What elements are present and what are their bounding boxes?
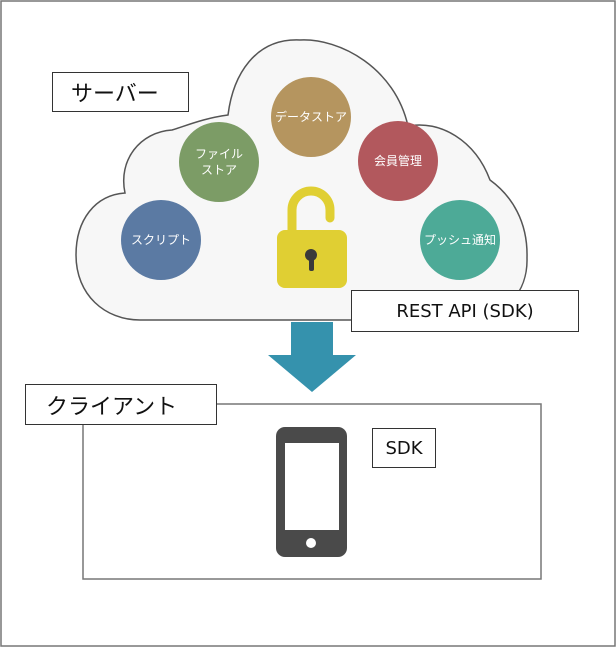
service-circle <box>179 122 259 202</box>
service-script: スクリプト <box>121 200 201 280</box>
rest-api-label: REST API (SDK) <box>351 290 579 332</box>
smartphone-icon <box>276 427 347 557</box>
service-filestore: ファイルストア <box>179 122 259 202</box>
service-datastore: データストア <box>271 77 351 157</box>
service-label: スクリプト <box>131 233 191 247</box>
service-label-line: スクリプト <box>131 233 191 247</box>
service-label: プッシュ通知 <box>424 233 496 247</box>
sdk-label: SDK <box>372 428 436 468</box>
service-label-line: ストア <box>201 163 237 177</box>
service-label: データストア <box>275 109 347 124</box>
service-label-line: プッシュ通知 <box>424 233 496 247</box>
service-push: プッシュ通知 <box>420 200 500 280</box>
service-label-line: データストア <box>275 109 347 124</box>
server-label: サーバー <box>52 72 189 112</box>
service-label-line: 会員管理 <box>374 153 422 168</box>
client-label: クライアント <box>25 384 217 425</box>
service-label-line: ファイル <box>195 147 243 161</box>
service-label: 会員管理 <box>374 153 422 168</box>
service-members: 会員管理 <box>358 121 438 201</box>
